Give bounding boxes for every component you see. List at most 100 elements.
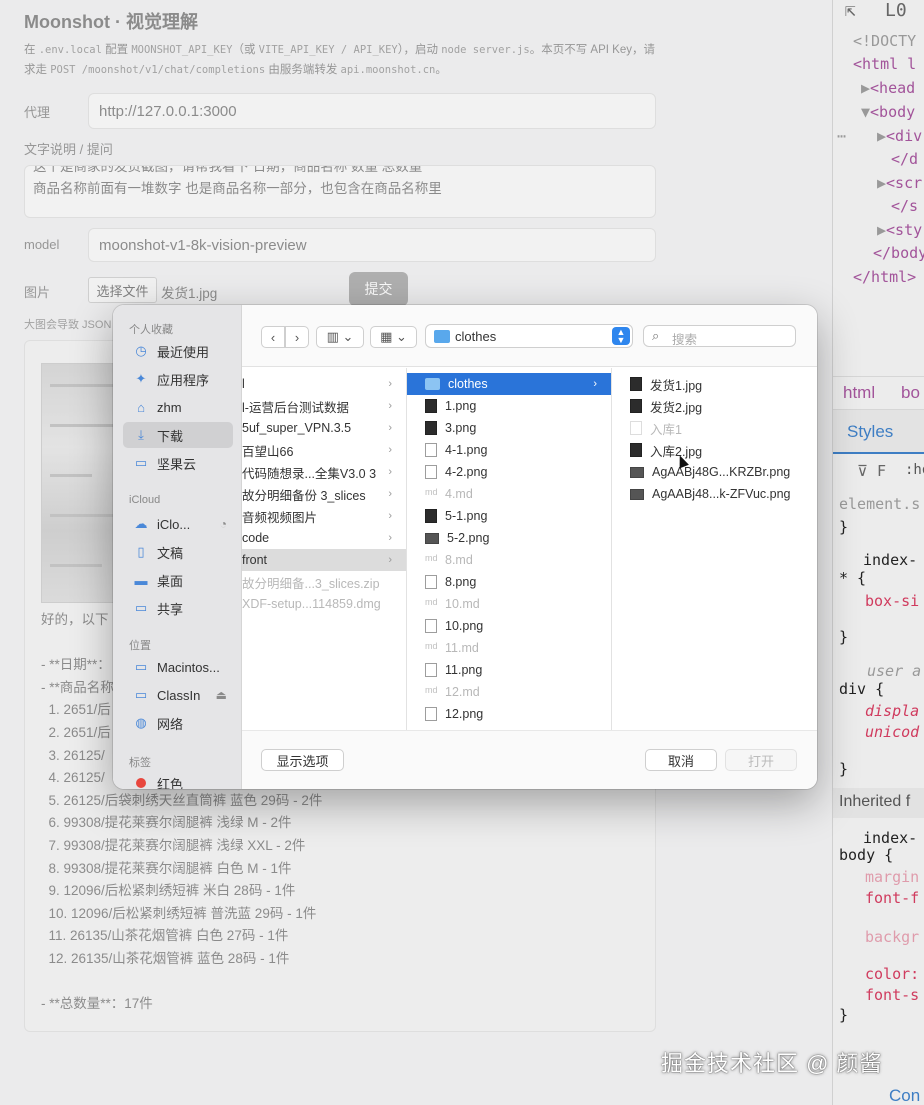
- filter-icon[interactable]: ⊽ F: [857, 462, 886, 480]
- file-row[interactable]: 3.png: [407, 417, 611, 439]
- file-row[interactable]: 入库2.jpg: [612, 439, 817, 461]
- folder-row[interactable]: code ›: [242, 527, 406, 549]
- crumb-html[interactable]: html: [843, 383, 875, 403]
- file-row[interactable]: 4-2.png: [407, 461, 611, 483]
- file-row[interactable]: 1.png: [407, 395, 611, 417]
- file-row[interactable]: md 8.md: [407, 549, 611, 571]
- sidebar-location-2[interactable]: ◍ 网络: [123, 710, 233, 736]
- dialog-sidebar: 个人收藏 ◷ 最近使用 ✦ 应用程序 ⌂ zhm ⤓ 下载 ▭ 坚果云 iCloud ☁ iClo.…: [113, 305, 242, 789]
- folder-row[interactable]: 5uf_super_VPN.3.5 ›: [242, 417, 406, 439]
- image-file-icon: [630, 399, 642, 413]
- sidebar-favorite-4[interactable]: ▭ 坚果云: [123, 450, 233, 476]
- sidebar-icloud-3[interactable]: ▭ 共享: [123, 595, 233, 621]
- font-family-prop[interactable]: font-f: [865, 889, 919, 907]
- dom-div[interactable]: ▶<div: [877, 127, 922, 145]
- chevron-right-icon: ›: [388, 532, 392, 544]
- sidebar-item-label: 坚果云: [157, 456, 197, 472]
- file-row[interactable]: 11.png: [407, 659, 611, 681]
- dialog-toolbar: ‹ › ▥ ⌄ ▦ ⌄ clothes ▲ ▼ ⌕ 搜索: [242, 305, 817, 367]
- device-icon[interactable]: L0: [885, 0, 907, 21]
- rule-close: }: [839, 1006, 849, 1024]
- file-row[interactable]: 8.png: [407, 571, 611, 593]
- folder-row[interactable]: 故分明细备份 3_slices ›: [242, 483, 406, 505]
- file-row[interactable]: AgAABj48G...KRZBr.png: [612, 461, 817, 483]
- sidebar-favorite-0[interactable]: ◷ 最近使用: [123, 338, 233, 364]
- image-file-icon: [425, 663, 437, 677]
- folder-row[interactable]: 故分明细备...3_slices.zip: [242, 571, 406, 593]
- box-sizing-prop[interactable]: box-si: [865, 592, 919, 610]
- show-options-button[interactable]: 显示选项: [261, 749, 344, 771]
- sidebar-item-label: 文稿: [157, 545, 184, 561]
- dom-script[interactable]: ▶<scr: [877, 174, 922, 192]
- chevron-left-icon: ‹: [270, 329, 276, 345]
- sidebar-icloud-0[interactable]: ☁ iClo... ◔: [123, 511, 233, 537]
- back-button[interactable]: ‹: [261, 326, 285, 348]
- file-row[interactable]: md 10.md: [407, 593, 611, 615]
- eject-icon[interactable]: ⏏: [216, 688, 227, 702]
- file-row[interactable]: md 12.md: [407, 681, 611, 703]
- file-row[interactable]: AgAABj48...k-ZFVuc.png: [612, 483, 817, 505]
- dom-doctype[interactable]: <!DOCTY: [853, 32, 916, 50]
- tag-red[interactable]: 红色: [123, 770, 233, 789]
- folder-row[interactable]: XDF-setup...114859.dmg: [242, 593, 406, 615]
- background-prop[interactable]: backgr: [865, 928, 919, 946]
- hover-state-toggle[interactable]: :ho: [905, 462, 924, 478]
- group-button[interactable]: ▦ ⌄: [370, 326, 417, 348]
- dom-style[interactable]: ▶<sty: [877, 221, 922, 239]
- file-row[interactable]: 入库1: [612, 417, 817, 439]
- source-link[interactable]: index-: [863, 829, 917, 847]
- source-link[interactable]: index-: [863, 551, 917, 569]
- sidebar-item-label: iClo...: [157, 516, 191, 532]
- sidebar-icloud-2[interactable]: ▬ 桌面: [123, 567, 233, 593]
- color-prop[interactable]: color:: [865, 965, 919, 983]
- more-icon[interactable]: ⋯: [837, 127, 846, 145]
- sidebar-icloud-1[interactable]: ▯ 文稿: [123, 539, 233, 565]
- dom-html[interactable]: <html l: [853, 55, 916, 73]
- sync-progress-icon: ◔: [219, 517, 227, 531]
- dom-body[interactable]: ▼<body: [861, 103, 915, 121]
- file-row[interactable]: 4-1.png: [407, 439, 611, 461]
- file-name: 8.png: [445, 575, 477, 589]
- folder-row[interactable]: 代码随想录...全集V3.0 3 ›: [242, 461, 406, 483]
- crumb-body[interactable]: bo: [901, 383, 920, 403]
- view-mode-button[interactable]: ▥ ⌄: [316, 326, 364, 348]
- inspect-icon[interactable]: ⇱: [845, 0, 856, 21]
- file-row[interactable]: 发货1.jpg: [612, 373, 817, 395]
- font-size-prop[interactable]: font-s: [865, 986, 919, 1004]
- search-input[interactable]: ⌕ 搜索: [643, 325, 796, 347]
- open-button[interactable]: 打开: [725, 749, 797, 771]
- tab-styles[interactable]: Styles: [847, 422, 893, 442]
- folder-row[interactable]: 音频视频图片 ›: [242, 505, 406, 527]
- file-row[interactable]: 发货2.jpg: [612, 395, 817, 417]
- image-file-icon: [630, 488, 644, 500]
- file-row[interactable]: 12.png: [407, 703, 611, 725]
- file-name: 发货2.jpg: [650, 400, 703, 415]
- folder-row[interactable]: l-运营后台测试数据 ›: [242, 395, 406, 417]
- folder-row[interactable]: 百望山66 ›: [242, 439, 406, 461]
- image-file-icon: [425, 465, 437, 479]
- sidebar-favorite-2[interactable]: ⌂ zhm: [123, 394, 233, 420]
- sidebar-favorite-3[interactable]: ⤓ 下载: [123, 422, 233, 448]
- file-row[interactable]: 5-2.png: [407, 527, 611, 549]
- margin-prop[interactable]: margin: [865, 868, 919, 886]
- console-tab[interactable]: Con: [889, 1086, 920, 1105]
- sidebar-location-0[interactable]: ▭ Macintos...: [123, 654, 233, 680]
- folder-row[interactable]: l ›: [242, 373, 406, 395]
- dom-head[interactable]: ▶<head: [861, 79, 915, 97]
- chevron-right-icon: ›: [388, 378, 392, 390]
- sidebar-favorite-1[interactable]: ✦ 应用程序: [123, 366, 233, 392]
- folder-row[interactable]: front ›: [242, 549, 406, 571]
- file-row[interactable]: 10.png: [407, 615, 611, 637]
- path-popup[interactable]: clothes ▲ ▼: [425, 324, 633, 348]
- cancel-button[interactable]: 取消: [645, 749, 717, 771]
- file-row[interactable]: md 11.md: [407, 637, 611, 659]
- file-row[interactable]: clothes ›: [407, 373, 611, 395]
- file-row[interactable]: 5-1.png: [407, 505, 611, 527]
- file-name: clothes: [448, 377, 488, 391]
- sidebar-location-1[interactable]: ▭ ClassIn ⏏: [123, 682, 233, 708]
- desktop-icon: ▬: [134, 572, 148, 588]
- forward-button[interactable]: ›: [285, 326, 309, 348]
- red-tag-dot: [136, 778, 146, 788]
- image-file-icon: [425, 399, 437, 413]
- file-row[interactable]: md 4.md: [407, 483, 611, 505]
